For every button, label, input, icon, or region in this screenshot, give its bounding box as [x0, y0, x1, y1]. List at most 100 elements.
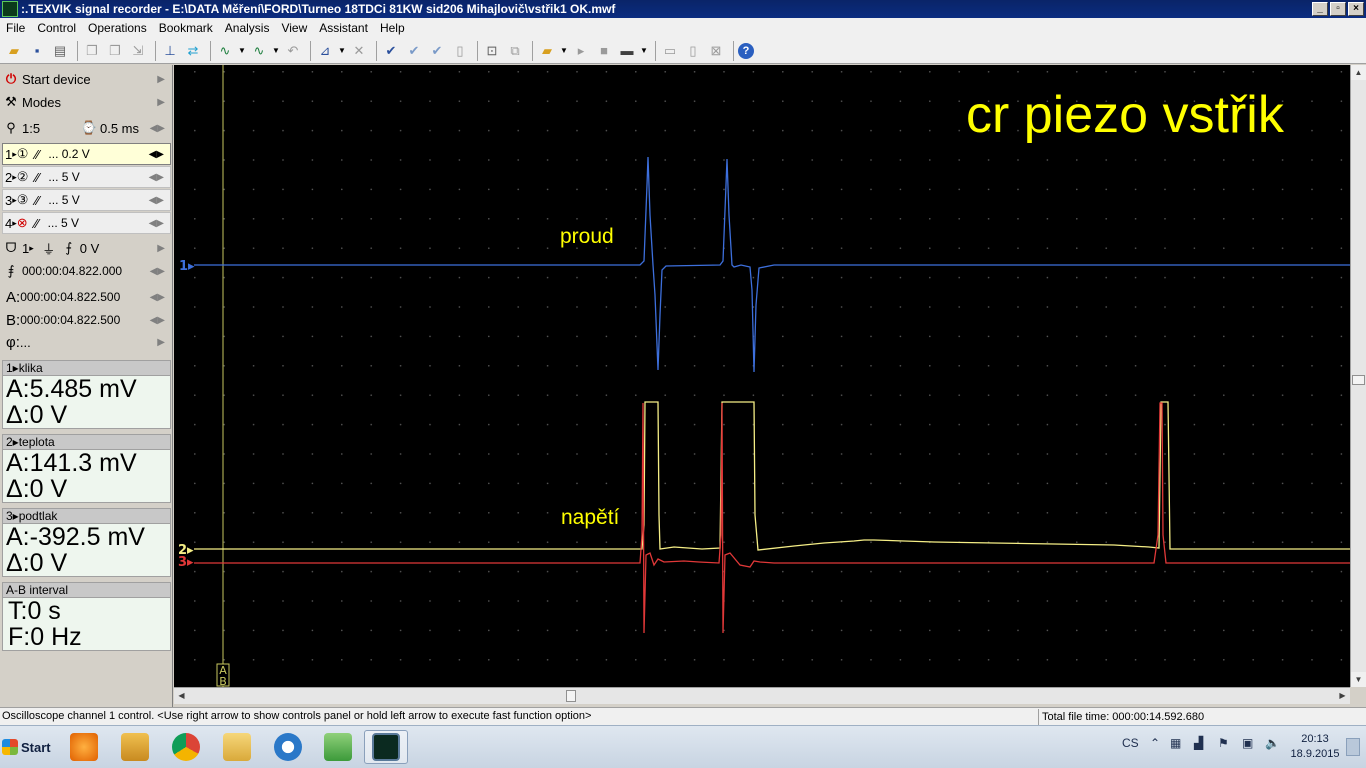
security-alert-icon[interactable]: ⚑ — [1218, 736, 1229, 750]
scroll-left-icon[interactable]: ◀ — [174, 688, 189, 704]
check2-icon[interactable]: ✔ — [404, 41, 424, 61]
language-indicator[interactable]: CS — [1122, 736, 1139, 750]
channel-row-3[interactable]: 3 ▸ ③ ⁄⁄ ... 5 V ◀▶ — [2, 189, 171, 211]
vertical-scrollbar[interactable]: ▲ ▼ — [1350, 65, 1366, 687]
mark-icon[interactable]: ✕ — [349, 41, 369, 61]
display-app-taskbar-icon[interactable] — [316, 730, 360, 764]
channel-badge: ③ — [16, 192, 29, 207]
wave-icon[interactable]: ∿ — [215, 41, 235, 61]
device-icon[interactable]: ▣ — [1242, 736, 1253, 750]
oscilloscope-display[interactable]: A B 1▸ 2▸ 3▸ cr piezo vstřik proud napět… — [174, 65, 1350, 687]
show-desktop-button[interactable] — [1346, 738, 1360, 756]
cursor-icon[interactable]: ⊥ — [160, 41, 180, 61]
menu-control[interactable]: Control — [31, 21, 82, 35]
cursor-a-row[interactable]: A: 000:00:04.822.500 ◀▶ — [2, 286, 171, 308]
help-icon[interactable]: ? — [738, 42, 754, 59]
channel-3-marker[interactable]: 3▸ — [178, 555, 194, 570]
zoom-icon[interactable]: ⇄ — [183, 41, 203, 61]
save-icon[interactable]: ▪ — [27, 41, 47, 61]
menu-bookmark[interactable]: Bookmark — [153, 21, 219, 35]
status-message: Oscilloscope channel 1 control. <Use rig… — [2, 710, 592, 722]
menu-file[interactable]: File — [0, 21, 31, 35]
left-right-arrows-icon[interactable]: ◀▶ — [150, 292, 165, 303]
start-device-item[interactable]: ⏻ Start device ▶ — [2, 68, 171, 90]
zoom-value[interactable]: 1:5 — [22, 121, 80, 136]
vertical-scroll-thumb[interactable] — [1352, 375, 1365, 385]
action-center-icon[interactable]: ▦ — [1170, 736, 1181, 750]
print-icon[interactable]: ▤ — [50, 41, 70, 61]
texvik-taskbar-icon[interactable] — [364, 730, 408, 764]
compare-icon[interactable]: ⧉ — [505, 41, 525, 61]
zoom-fit-icon[interactable]: ⊡ — [482, 41, 502, 61]
check3-icon[interactable]: ✔ — [427, 41, 447, 61]
open-folder-icon[interactable]: ▰ — [4, 41, 24, 61]
horizontal-scrollbar[interactable]: ◀ ▶ — [174, 687, 1350, 704]
show-hidden-icons-icon[interactable]: ⌃ — [1150, 736, 1160, 750]
undo-icon[interactable]: ↶ — [283, 41, 303, 61]
chevron-right-icon: ▶ — [157, 242, 165, 254]
export-icon[interactable]: ⇲ — [128, 41, 148, 61]
stop-icon[interactable]: ■ — [594, 41, 614, 61]
menu-assistant[interactable]: Assistant — [313, 21, 374, 35]
wave2-icon[interactable]: ∿ — [249, 41, 269, 61]
media-player-taskbar-icon[interactable] — [62, 730, 106, 764]
menu-operations[interactable]: Operations — [82, 21, 153, 35]
measure-icon[interactable]: ⊿ — [315, 41, 335, 61]
chevron-down-icon[interactable]: ▼ — [560, 41, 568, 61]
copy-icon[interactable]: ❐ — [82, 41, 102, 61]
left-right-arrows-icon[interactable]: ◀▶ — [150, 123, 165, 134]
toolbar-separator — [210, 40, 211, 61]
horizontal-scroll-thumb[interactable] — [566, 690, 576, 702]
check-icon[interactable]: ✔ — [381, 41, 401, 61]
delete-icon[interactable]: ⊠ — [706, 41, 726, 61]
chevron-down-icon[interactable]: ▼ — [640, 41, 648, 61]
ab-interval-header: A-B interval — [2, 582, 171, 598]
trigger-time-row[interactable]: ⨎ 000:00:04.822.000 ◀▶ — [2, 260, 171, 282]
scroll-right-icon[interactable]: ▶ — [1335, 688, 1350, 704]
folder-open-icon[interactable]: ▰ — [537, 41, 557, 61]
channel-row-2[interactable]: 2 ▸ ② ⁄⁄ ... 5 V ◀▶ — [2, 166, 171, 188]
page-icon[interactable]: ▯ — [450, 41, 470, 61]
chrome-taskbar-icon[interactable] — [164, 730, 208, 764]
folder-taskbar-icon[interactable] — [215, 730, 259, 764]
left-right-arrows-icon[interactable]: ◀▶ — [150, 315, 165, 326]
cursor-label-b: B — [219, 675, 227, 687]
network-icon[interactable]: ▟ — [1194, 736, 1203, 750]
timebase-value[interactable]: 0.5 ms — [100, 121, 139, 136]
explorer-taskbar-icon[interactable] — [113, 730, 157, 764]
channel-1-marker[interactable]: 1▸ — [179, 259, 195, 274]
left-right-arrows-icon[interactable]: ◀▶ — [149, 172, 164, 183]
image-icon[interactable]: ▯ — [683, 41, 703, 61]
play-icon[interactable]: ▸ — [571, 41, 591, 61]
close-button[interactable]: × — [1348, 2, 1364, 16]
scroll-up-icon[interactable]: ▲ — [1351, 65, 1366, 80]
menu-analysis[interactable]: Analysis — [219, 21, 276, 35]
scroll-down-icon[interactable]: ▼ — [1351, 672, 1366, 687]
modes-item[interactable]: ⚒ Modes ▶ — [2, 91, 171, 113]
screen-icon[interactable]: ▭ — [660, 41, 680, 61]
record-icon[interactable]: ▬ — [617, 41, 637, 61]
chevron-down-icon[interactable]: ▼ — [238, 41, 246, 61]
menu-view[interactable]: View — [275, 21, 313, 35]
left-right-arrows-icon[interactable]: ◀▶ — [150, 266, 165, 277]
probe-icon: ⁄⁄ — [35, 169, 40, 185]
channel-row-4[interactable]: 4 ▸ ⊗ ⁄⁄ ... 5 V ◀▶ — [2, 212, 171, 234]
menu-help[interactable]: Help — [374, 21, 411, 35]
phase-row[interactable]: φ: ... ▶ — [2, 331, 171, 353]
maximize-button[interactable]: ▫ — [1330, 2, 1346, 16]
total-file-time: Total file time: 000:00:14.592.680 — [1038, 709, 1364, 725]
network-app-taskbar-icon[interactable] — [266, 730, 310, 764]
start-button[interactable]: Start — [2, 732, 54, 762]
cursor-b-row[interactable]: B: 000:00:04.822.500 ◀▶ — [2, 309, 171, 331]
trigger-row[interactable]: ᗜ 1 ▸ ⏚ ⨍ 0 V ▶ — [2, 237, 171, 259]
minimize-button[interactable]: _ — [1312, 2, 1328, 16]
left-right-arrows-icon[interactable]: ◀▶ — [149, 195, 164, 206]
chevron-down-icon[interactable]: ▼ — [272, 41, 280, 61]
paste-icon[interactable]: ❐ — [105, 41, 125, 61]
volume-icon[interactable]: 🔈 — [1265, 736, 1280, 750]
chevron-down-icon[interactable]: ▼ — [338, 41, 346, 61]
channel-row-1[interactable]: 1 ▸ ① ⁄⁄ ... 0.2 V ◀▶ — [2, 143, 171, 165]
left-right-arrows-icon[interactable]: ◀▶ — [149, 218, 164, 229]
clock[interactable]: 20:13 18.9.2015 — [1290, 732, 1340, 762]
left-right-arrows-icon[interactable]: ◀▶ — [149, 149, 164, 160]
